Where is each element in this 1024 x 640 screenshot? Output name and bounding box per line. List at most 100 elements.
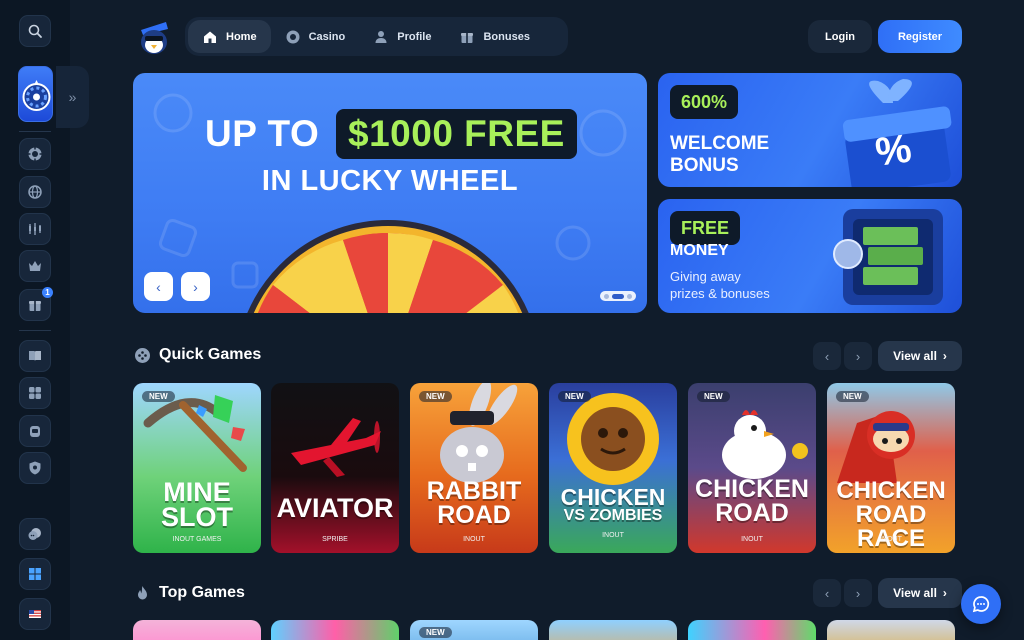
sidebar-item-bonuses[interactable]: 1 bbox=[19, 287, 53, 321]
top-games-view-all[interactable]: View all › bbox=[878, 578, 962, 608]
chevron-left-icon: ‹ bbox=[156, 278, 161, 295]
lucky-wheel-button[interactable] bbox=[18, 66, 53, 122]
quick-games-next-button[interactable]: › bbox=[844, 342, 872, 370]
new-badge: NEW bbox=[419, 627, 452, 638]
game-card-rabbit-road[interactable]: NEW RABBIT ROAD INOUT bbox=[410, 383, 538, 553]
hero-next-button[interactable]: › bbox=[181, 272, 210, 301]
top-game-card[interactable] bbox=[549, 620, 677, 640]
promo-subtitle: Giving away bbox=[670, 269, 741, 284]
top-games-prev-button[interactable]: ‹ bbox=[813, 579, 841, 607]
top-game-card[interactable] bbox=[133, 620, 261, 640]
chip-icon bbox=[28, 147, 42, 161]
sidebar-item-security[interactable] bbox=[19, 452, 51, 484]
sunflower-graphic bbox=[567, 393, 659, 485]
home-icon bbox=[204, 31, 216, 43]
top-game-card[interactable] bbox=[827, 620, 955, 640]
login-button[interactable]: Login bbox=[808, 20, 872, 53]
sidebar-expand-button[interactable]: » bbox=[56, 66, 89, 128]
carousel-dot[interactable] bbox=[627, 293, 632, 299]
tab-profile[interactable]: Profile bbox=[359, 20, 445, 53]
promo-welcome-bonus[interactable]: % 600% WELCOME BONUS bbox=[658, 73, 962, 187]
sidebar-item-sports[interactable] bbox=[19, 176, 51, 208]
carousel-dot[interactable] bbox=[604, 293, 609, 299]
game-card-chicken-road[interactable]: NEW CHICKEN ROAD INOUT bbox=[688, 383, 816, 553]
game-card-chicken-vs-zombies[interactable]: NEW CHICKEN VS ZOMBIES INOUT bbox=[549, 383, 677, 553]
game-provider: INOUT bbox=[880, 536, 902, 543]
site-logo[interactable] bbox=[136, 18, 172, 56]
new-badge: NEW bbox=[142, 391, 175, 402]
hero-subheadline: IN LUCKY WHEEL bbox=[261, 165, 519, 197]
carousel-indicator[interactable] bbox=[600, 291, 636, 301]
dice-icon bbox=[29, 387, 41, 399]
language-selector[interactable] bbox=[19, 598, 51, 630]
sidebar-item-chat[interactable] bbox=[19, 518, 51, 550]
register-button[interactable]: Register bbox=[878, 20, 962, 53]
sidebar-item-trading[interactable] bbox=[19, 213, 51, 245]
chevron-right-icon: › bbox=[855, 348, 861, 364]
fire-icon bbox=[138, 585, 147, 599]
quick-games-prev-button[interactable]: ‹ bbox=[813, 342, 841, 370]
support-chat-button[interactable] bbox=[961, 584, 1001, 624]
sidebar-item-casino[interactable] bbox=[19, 138, 51, 170]
chevron-right-icon: › bbox=[855, 585, 861, 601]
tab-label: Home bbox=[226, 30, 257, 43]
chevron-right-icon: › bbox=[942, 349, 947, 363]
sidebar-item-games[interactable] bbox=[19, 377, 51, 409]
shield-icon bbox=[29, 461, 41, 475]
game-card-mine-slot[interactable]: NEW MINE SLOT INOUT GAMES bbox=[133, 383, 261, 553]
promo-pill: 600% bbox=[670, 85, 739, 119]
promo-free-money[interactable]: FREE MONEY Giving away prizes & bonuses bbox=[658, 199, 962, 313]
top-game-card[interactable]: NEW bbox=[410, 620, 538, 640]
sidebar-item-rules[interactable] bbox=[19, 340, 51, 372]
new-badge: NEW bbox=[697, 391, 730, 402]
globe-icon bbox=[28, 185, 42, 199]
double-chevron-right-icon: » bbox=[68, 89, 77, 105]
chevron-right-icon: › bbox=[942, 586, 947, 600]
chart-icon bbox=[29, 223, 41, 235]
game-provider: INOUT bbox=[463, 536, 485, 543]
top-game-card[interactable] bbox=[688, 620, 816, 640]
game-title: ROAD bbox=[437, 501, 511, 529]
game-title: CHICKEN bbox=[560, 484, 666, 510]
chicken-graphic bbox=[722, 410, 808, 479]
game-title: AVIATOR bbox=[276, 493, 394, 523]
gift-icon bbox=[461, 32, 474, 43]
game-provider: INOUT bbox=[741, 536, 763, 543]
hero-prev-button[interactable]: ‹ bbox=[144, 272, 173, 301]
view-all-label: View all bbox=[893, 586, 937, 600]
sidebar-item-vip[interactable] bbox=[19, 250, 51, 282]
promo-title: MONEY bbox=[670, 242, 729, 259]
flag-us-icon bbox=[29, 610, 41, 618]
quick-games-view-all[interactable]: View all › bbox=[878, 341, 962, 371]
promo-subtitle: prizes & bonuses bbox=[670, 286, 770, 301]
search-icon bbox=[28, 24, 42, 38]
section-title: Top Games bbox=[159, 584, 245, 601]
sidebar-item-windows-app[interactable] bbox=[19, 558, 51, 590]
wheel-icon bbox=[22, 80, 51, 111]
main-nav: Home Casino Profile Bonuses bbox=[185, 17, 568, 56]
tab-home[interactable]: Home bbox=[188, 20, 271, 53]
new-badge: NEW bbox=[836, 391, 869, 402]
chip-icon bbox=[286, 30, 300, 43]
top-game-card[interactable] bbox=[271, 620, 399, 640]
top-games-next-button[interactable]: › bbox=[844, 579, 872, 607]
joystick-icon bbox=[135, 347, 150, 363]
game-provider: INOUT GAMES bbox=[172, 536, 222, 543]
chevron-left-icon: ‹ bbox=[824, 585, 830, 601]
game-title: ROAD bbox=[715, 499, 789, 527]
top-games-heading: Top Games bbox=[134, 584, 245, 602]
notification-badge: 1 bbox=[42, 287, 53, 298]
game-provider: INOUT bbox=[602, 532, 624, 539]
search-button[interactable] bbox=[19, 15, 51, 47]
tab-bonuses[interactable]: Bonuses bbox=[445, 20, 543, 53]
tab-casino[interactable]: Casino bbox=[271, 20, 360, 53]
book-icon bbox=[29, 351, 41, 361]
sidebar-item-support[interactable] bbox=[19, 415, 51, 447]
game-card-aviator[interactable]: AVIATOR SPRIBE bbox=[271, 383, 399, 553]
carousel-dot-active[interactable] bbox=[612, 293, 624, 299]
hero-banner[interactable]: UP TO $1000 FREE IN LUCKY WHEEL ‹ › bbox=[133, 73, 647, 313]
game-card-chicken-road-race[interactable]: NEW CHICKEN ROAD RACE INOUT bbox=[827, 383, 955, 553]
view-all-label: View all bbox=[893, 349, 937, 363]
hero-prefix: UP TO bbox=[205, 113, 320, 154]
new-badge: NEW bbox=[558, 391, 591, 402]
